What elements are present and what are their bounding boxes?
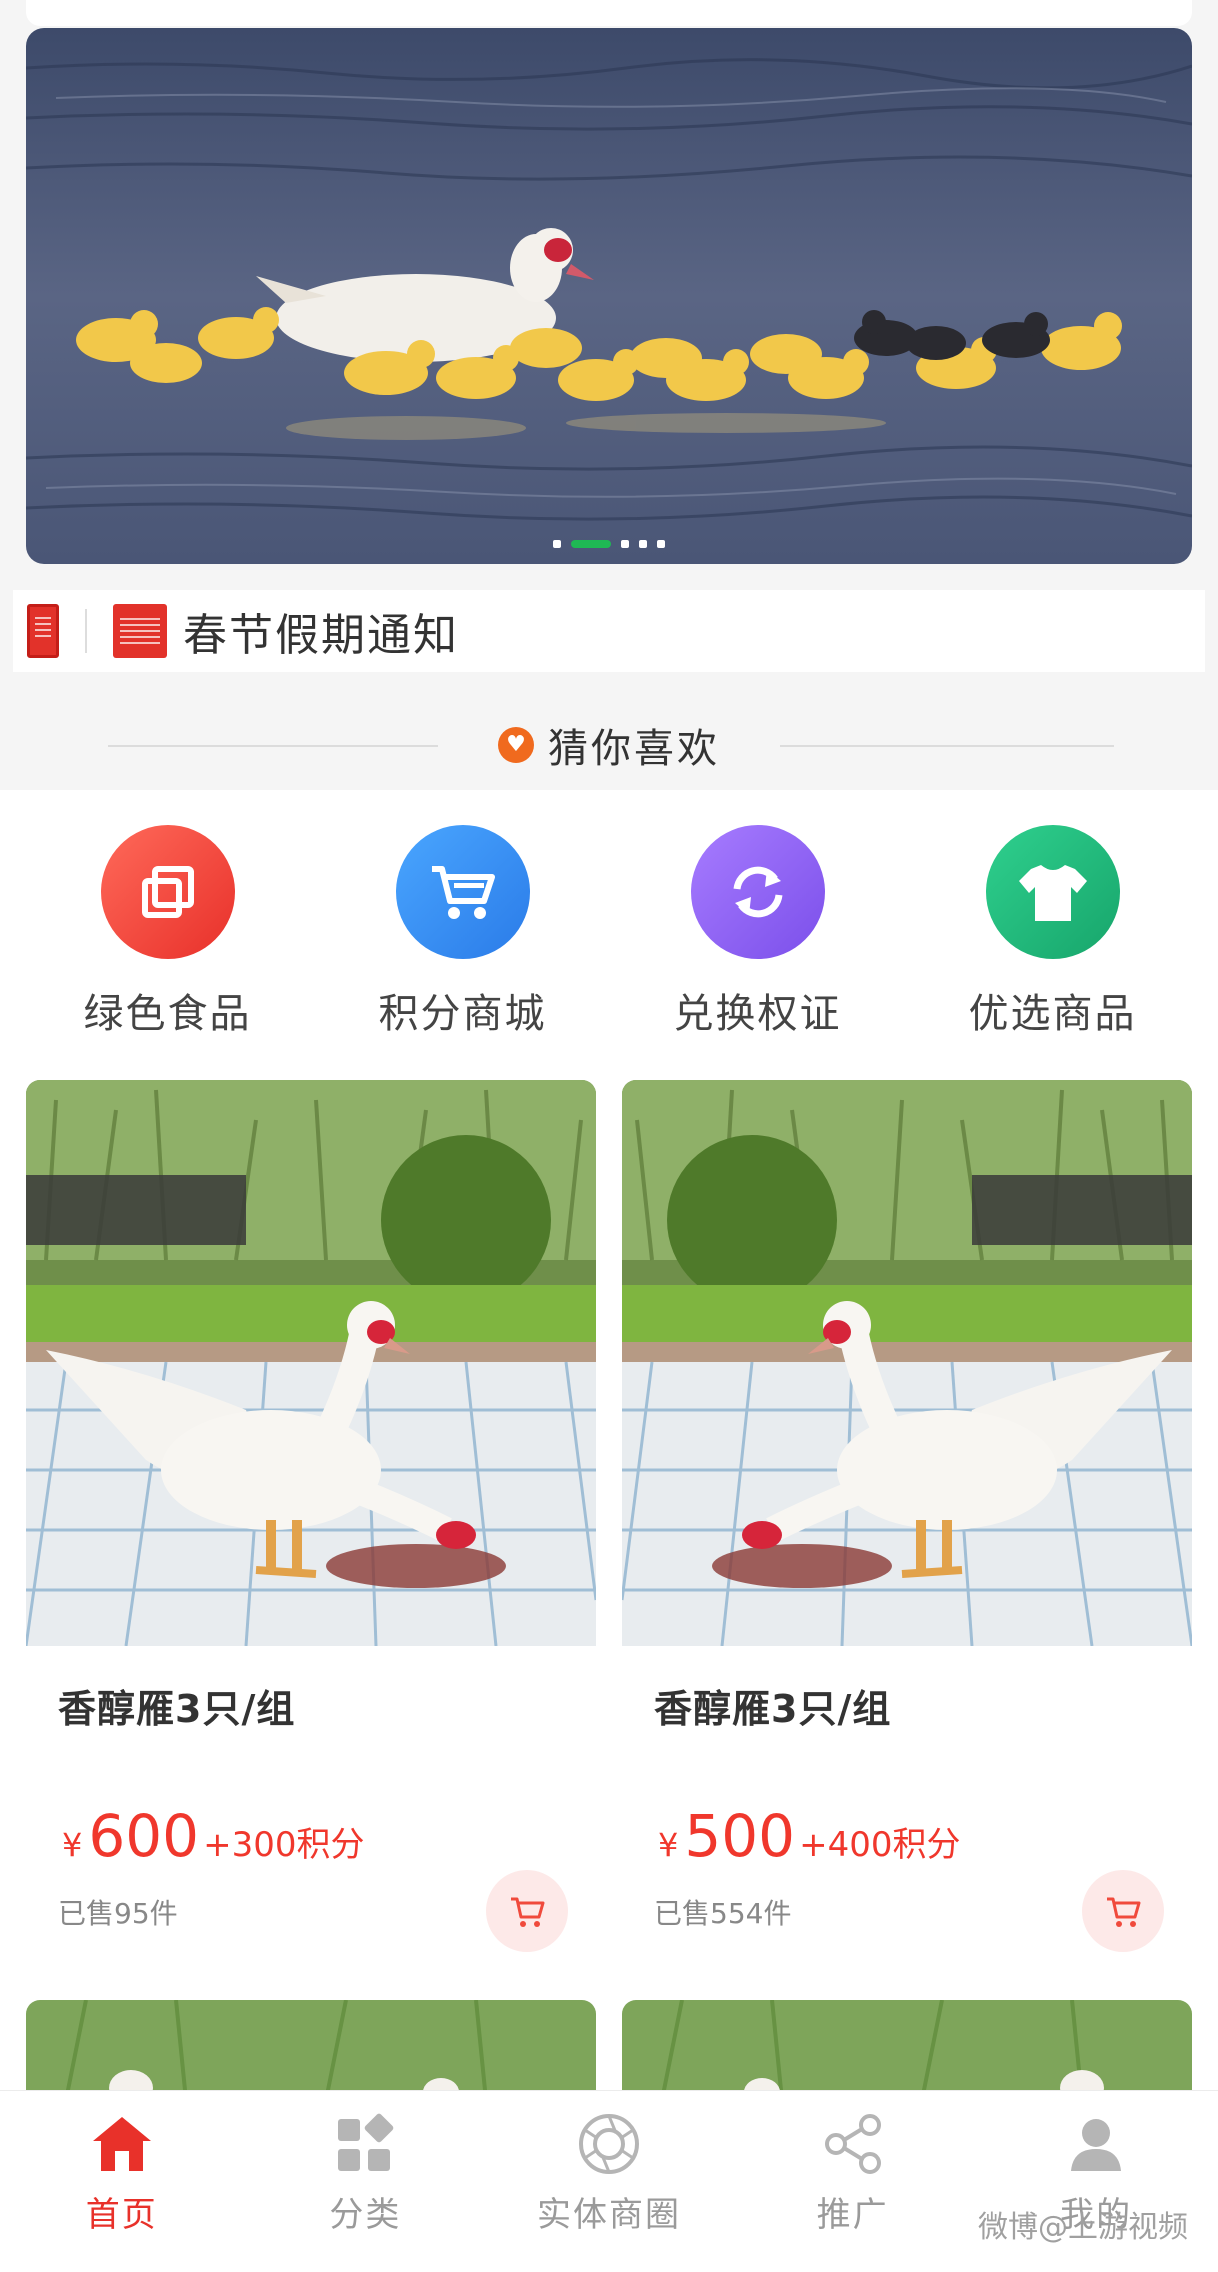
- carousel-dot[interactable]: [553, 540, 561, 548]
- sold-count: 已售554件: [654, 1897, 792, 1930]
- carousel-dot[interactable]: [639, 540, 647, 548]
- category-selected-goods[interactable]: 优选商品: [905, 825, 1200, 1039]
- banner-carousel[interactable]: [26, 28, 1192, 564]
- home-icon: [92, 2117, 151, 2171]
- tab-label: 推广: [816, 2195, 889, 2235]
- category-icon: [338, 2113, 394, 2171]
- section-title: 猜你喜欢: [548, 726, 720, 772]
- notice-thumbnail-icon: [113, 604, 167, 658]
- cart-icon: [395, 825, 530, 959]
- tab-label: 首页: [85, 2195, 158, 2235]
- tab-physical-stores[interactable]: 实体商圈: [487, 2091, 731, 2272]
- banner-image: [26, 28, 1192, 564]
- notice-icon: [27, 604, 59, 658]
- product-image-peek[interactable]: [622, 2000, 1192, 2100]
- category-green-food[interactable]: 绿色食品: [20, 825, 315, 1039]
- tab-label: 实体商圈: [536, 2195, 681, 2235]
- divider-line: [108, 745, 438, 747]
- carousel-indicator: [26, 540, 1192, 548]
- carousel-dot[interactable]: [657, 540, 665, 548]
- carousel-dot-active[interactable]: [571, 540, 611, 548]
- currency-symbol: ¥: [62, 1826, 83, 1864]
- product-price: ¥ 600 +300积分: [62, 1802, 364, 1870]
- notice-bar[interactable]: 春节假期通知: [13, 590, 1205, 672]
- shirt-icon: [985, 825, 1120, 959]
- category-label: 兑换权证: [673, 991, 842, 1037]
- category-grid: 绿色食品 积分商城 兑换权证 优选商品: [0, 825, 1218, 1039]
- watermark: 微博@上游视频: [978, 2210, 1188, 2245]
- cart-icon: [1107, 1897, 1141, 1927]
- product-image[interactable]: [622, 1080, 1192, 1646]
- section-header: 猜你喜欢: [0, 700, 1218, 790]
- product-title[interactable]: 香醇雁3只/组: [58, 1678, 295, 1733]
- product-title[interactable]: 香醇雁3只/组: [654, 1678, 891, 1733]
- price-points: +400积分: [799, 1825, 961, 1865]
- user-icon: [1071, 2119, 1122, 2171]
- heart-icon: [498, 727, 534, 763]
- product-image-peek[interactable]: [26, 2000, 596, 2100]
- price-value: 500: [684, 1802, 796, 1870]
- category-points-mall[interactable]: 积分商城: [315, 825, 610, 1039]
- notice-text[interactable]: 春节假期通知: [183, 599, 459, 663]
- tab-label: 分类: [329, 2195, 402, 2235]
- category-label: 绿色食品: [83, 991, 252, 1037]
- divider: [85, 609, 87, 653]
- cart-icon: [511, 1897, 545, 1927]
- main-content: 绿色食品 积分商城 兑换权证 优选商品 香醇雁3只/组 ¥ 600 +300积分…: [0, 790, 1218, 2100]
- tab-category[interactable]: 分类: [244, 2091, 488, 2272]
- category-label: 积分商城: [378, 991, 547, 1037]
- tab-promote[interactable]: 推广: [731, 2091, 975, 2272]
- category-exchange[interactable]: 兑换权证: [610, 825, 905, 1039]
- product-image[interactable]: [26, 1080, 596, 1646]
- carousel-dot[interactable]: [621, 540, 629, 548]
- exchange-icon: [690, 825, 825, 959]
- share-icon: [824, 2114, 881, 2174]
- product-card[interactable]: 香醇雁3只/组 ¥ 500 +400积分 已售554件: [622, 1080, 1192, 1952]
- currency-symbol: ¥: [658, 1826, 679, 1864]
- add-to-cart-button[interactable]: [1082, 1870, 1164, 1952]
- category-label: 优选商品: [968, 991, 1137, 1037]
- product-price: ¥ 500 +400积分: [658, 1802, 960, 1870]
- tab-home[interactable]: 首页: [0, 2091, 244, 2272]
- product-card[interactable]: 香醇雁3只/组 ¥ 600 +300积分 已售95件: [26, 1080, 596, 1952]
- sold-count: 已售95件: [58, 1897, 178, 1930]
- shutter-icon: [578, 2114, 639, 2174]
- layers-icon: [100, 825, 235, 959]
- add-to-cart-button[interactable]: [486, 1870, 568, 1952]
- top-strip: [26, 0, 1192, 26]
- divider-line: [780, 745, 1114, 747]
- price-value: 600: [88, 1802, 200, 1870]
- price-points: +300积分: [203, 1825, 365, 1865]
